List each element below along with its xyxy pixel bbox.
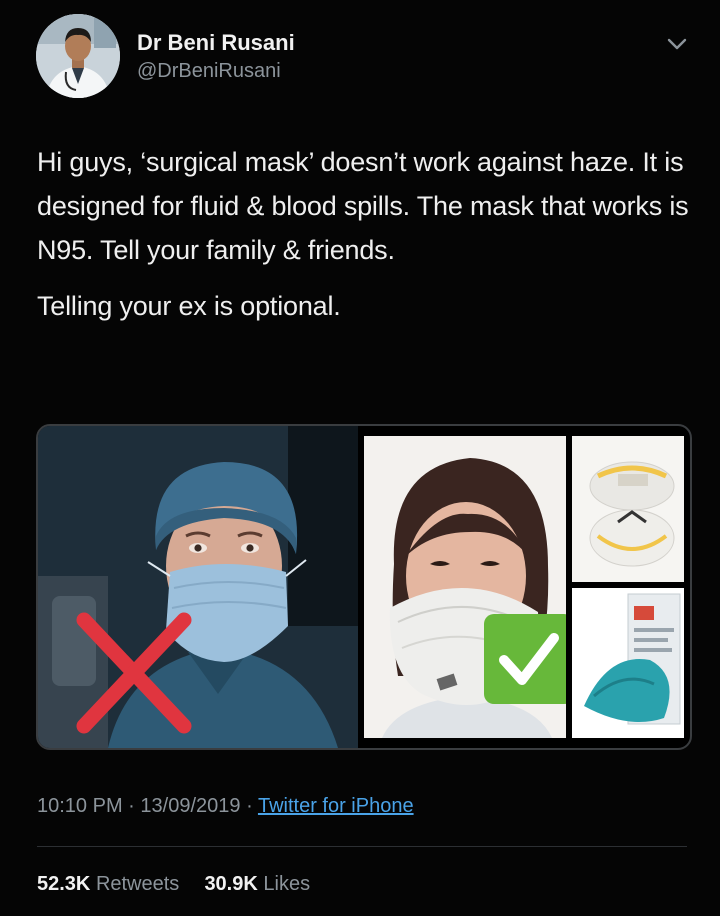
author-handle[interactable]: @DrBeniRusani bbox=[137, 60, 281, 83]
likes-stat[interactable]: 30.9K Likes bbox=[204, 873, 310, 895]
n95-box-photo bbox=[572, 588, 684, 738]
retweets-label: Retweets bbox=[95, 873, 180, 895]
likes-count: 30.9K bbox=[204, 873, 258, 895]
tweet-time: 10:10 PM bbox=[37, 795, 123, 817]
tweet-stats: 52.3K Retweets 30.9K Likes bbox=[37, 873, 310, 896]
tweet-paragraph-2: Telling your ex is optional. bbox=[37, 291, 341, 321]
tweet-date[interactable]: 13/09/2019 bbox=[140, 795, 240, 817]
author-name[interactable]: Dr Beni Rusani bbox=[137, 30, 295, 56]
green-check-icon bbox=[484, 614, 574, 704]
tweet-source-link[interactable]: Twitter for iPhone bbox=[258, 795, 414, 817]
surgical-mask-photo bbox=[38, 426, 358, 748]
tweet-text: Hi guys, ‘surgical mask’ doesn’t work ag… bbox=[37, 140, 697, 328]
chevron-down-icon[interactable] bbox=[664, 34, 690, 54]
tweet-paragraph-1: Hi guys, ‘surgical mask’ doesn’t work ag… bbox=[37, 147, 689, 265]
n95-product-photo bbox=[572, 436, 684, 582]
retweets-stat[interactable]: 52.3K Retweets bbox=[37, 873, 185, 895]
tweet-card: Dr Beni Rusani @DrBeniRusani Hi guys, ‘s… bbox=[0, 0, 720, 916]
tweet-meta: 10:10 PM · 13/09/2019 · Twitter for iPho… bbox=[37, 795, 414, 818]
n95-mask-photo bbox=[364, 436, 574, 738]
likes-label: Likes bbox=[263, 873, 311, 895]
avatar[interactable] bbox=[36, 14, 120, 98]
meta-separator-2: · bbox=[246, 795, 253, 817]
meta-separator-1: · bbox=[128, 795, 135, 817]
divider bbox=[37, 846, 687, 847]
retweets-count: 52.3K bbox=[37, 873, 91, 895]
tweet-media[interactable] bbox=[36, 424, 692, 750]
